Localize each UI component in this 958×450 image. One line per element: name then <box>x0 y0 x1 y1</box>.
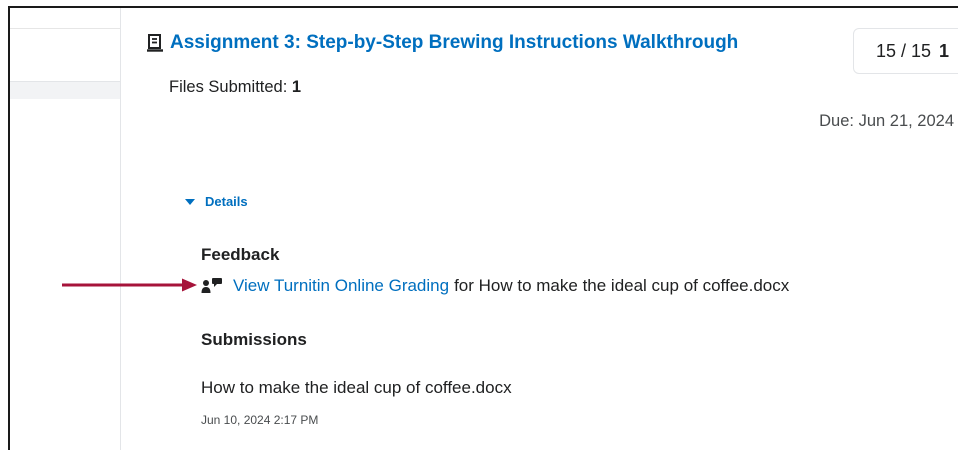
score-box: 15 / 15 1 <box>853 28 958 74</box>
score-extra: 1 <box>939 40 950 61</box>
pointer-arrow-icon <box>62 278 197 292</box>
left-pane-row-highlight <box>10 81 120 99</box>
assignment-title-row: Assignment 3: Step-by-Step Brewing Instr… <box>146 32 738 54</box>
view-turnitin-grading-link[interactable]: View Turnitin Online Grading <box>233 276 449 296</box>
content-frame: Assignment 3: Step-by-Step Brewing Instr… <box>8 6 958 450</box>
submissions-heading: Submissions <box>201 330 307 349</box>
details-toggle-label: Details <box>205 194 248 209</box>
assignment-title-link[interactable]: Assignment 3: Step-by-Step Brewing Instr… <box>170 32 738 54</box>
files-submitted: Files Submitted: 1 <box>169 78 301 97</box>
files-submitted-label: Files Submitted: <box>169 78 292 96</box>
turnitin-feedback-icon <box>201 277 223 295</box>
feedback-row: View Turnitin Online Grading for How to … <box>201 276 789 296</box>
score-value: 15 / 15 <box>876 40 932 61</box>
files-submitted-count: 1 <box>291 78 302 96</box>
caret-down-icon <box>185 198 195 205</box>
left-pane <box>10 8 120 450</box>
left-pane-divider <box>10 28 120 29</box>
pane-divider <box>120 8 121 450</box>
feedback-heading: Feedback <box>201 245 280 264</box>
submission-date: Jun 10, 2024 2:17 PM <box>201 413 319 427</box>
due-date: Due: Jun 21, 2024 <box>819 112 954 130</box>
details-toggle[interactable]: Details <box>185 194 248 209</box>
assignment-doc-icon <box>146 33 164 53</box>
feedback-file-suffix: for How to make the ideal cup of coffee.… <box>454 276 790 295</box>
submission-file-name: How to make the ideal cup of coffee.docx <box>201 378 512 397</box>
